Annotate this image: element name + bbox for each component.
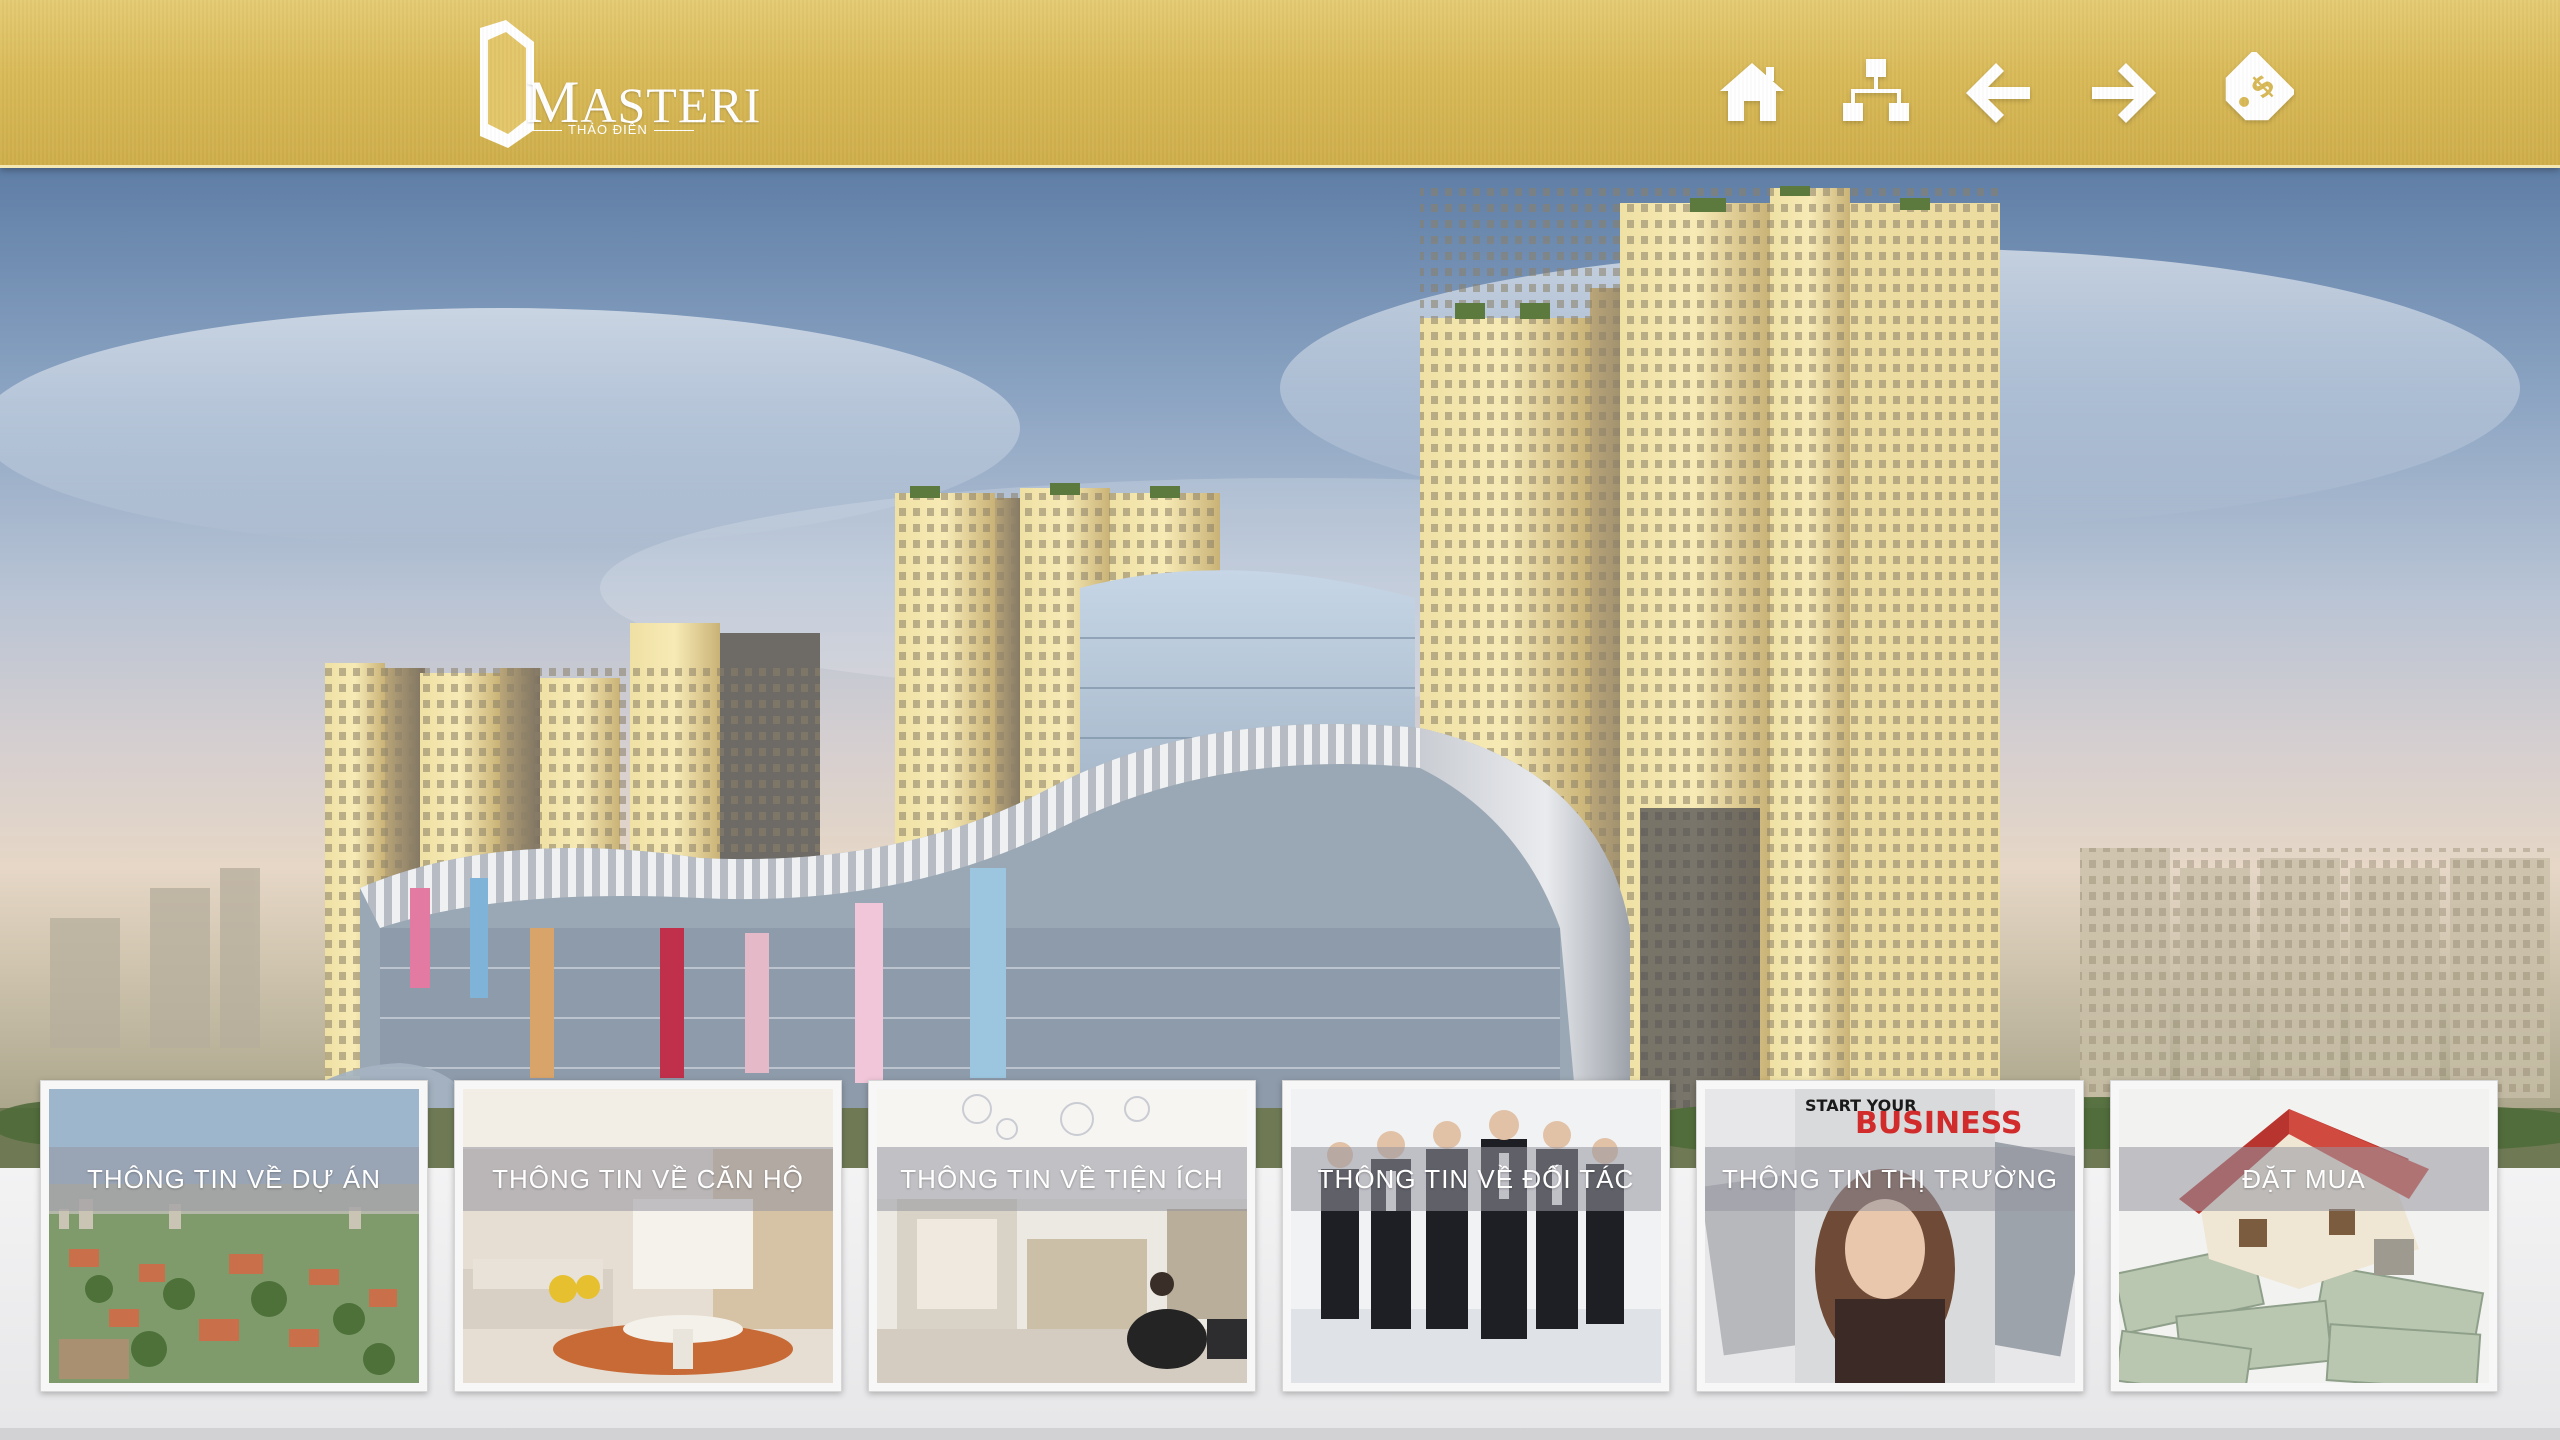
arrow-left-icon[interactable] (1958, 52, 2038, 132)
tile-label: THÔNG TIN VỀ CĂN HỘ (463, 1147, 833, 1211)
bottom-divider (0, 1428, 2560, 1440)
magazine-title-main: BUSINESS (1855, 1106, 2022, 1141)
magazine-photo: START YOUR BUSINESS (1705, 1089, 2075, 1383)
tile-label: THÔNG TIN VỀ TIỆN ÍCH (877, 1147, 1247, 1211)
lobby-photo (877, 1089, 1247, 1383)
hero-building-render (0, 168, 2560, 1168)
tile-label: THÔNG TIN VỀ ĐỐI TÁC (1291, 1147, 1661, 1211)
apartment-interior-photo (463, 1089, 833, 1383)
sitemap-icon[interactable] (1836, 52, 1916, 132)
tile-apartment-info[interactable]: THÔNG TIN VỀ CĂN HỘ (454, 1080, 842, 1392)
tile-purchase[interactable]: ĐẶT MUA (2110, 1080, 2498, 1392)
tile-label: THÔNG TIN THỊ TRƯỜNG (1705, 1147, 2075, 1211)
home-icon[interactable] (1712, 52, 1792, 132)
tile-label: ĐẶT MUA (2119, 1147, 2489, 1211)
masteri-logo[interactable]: MASTERI THẢO ĐIỀN (478, 20, 760, 150)
tile-project-info[interactable]: THÔNG TIN VỀ DỰ ÁN (40, 1080, 428, 1392)
arrow-right-icon[interactable] (2084, 52, 2164, 132)
price-tag-icon[interactable]: $ (2214, 52, 2294, 132)
house-on-money-photo (2119, 1089, 2489, 1383)
brand-subtitle: THẢO ĐIỀN (522, 122, 694, 137)
business-team-photo (1291, 1089, 1661, 1383)
aerial-city-photo (49, 1089, 419, 1383)
tile-partner-info[interactable]: THÔNG TIN VỀ ĐỐI TÁC (1282, 1080, 1670, 1392)
top-header-bar: MASTERI THẢO ĐIỀN $ (0, 0, 2560, 168)
tile-amenities-info[interactable]: THÔNG TIN VỀ TIỆN ÍCH (868, 1080, 1256, 1392)
tile-label: THÔNG TIN VỀ DỰ ÁN (49, 1147, 419, 1211)
tile-market-info[interactable]: START YOUR BUSINESS THÔNG TIN THỊ TRƯỜNG (1696, 1080, 2084, 1392)
